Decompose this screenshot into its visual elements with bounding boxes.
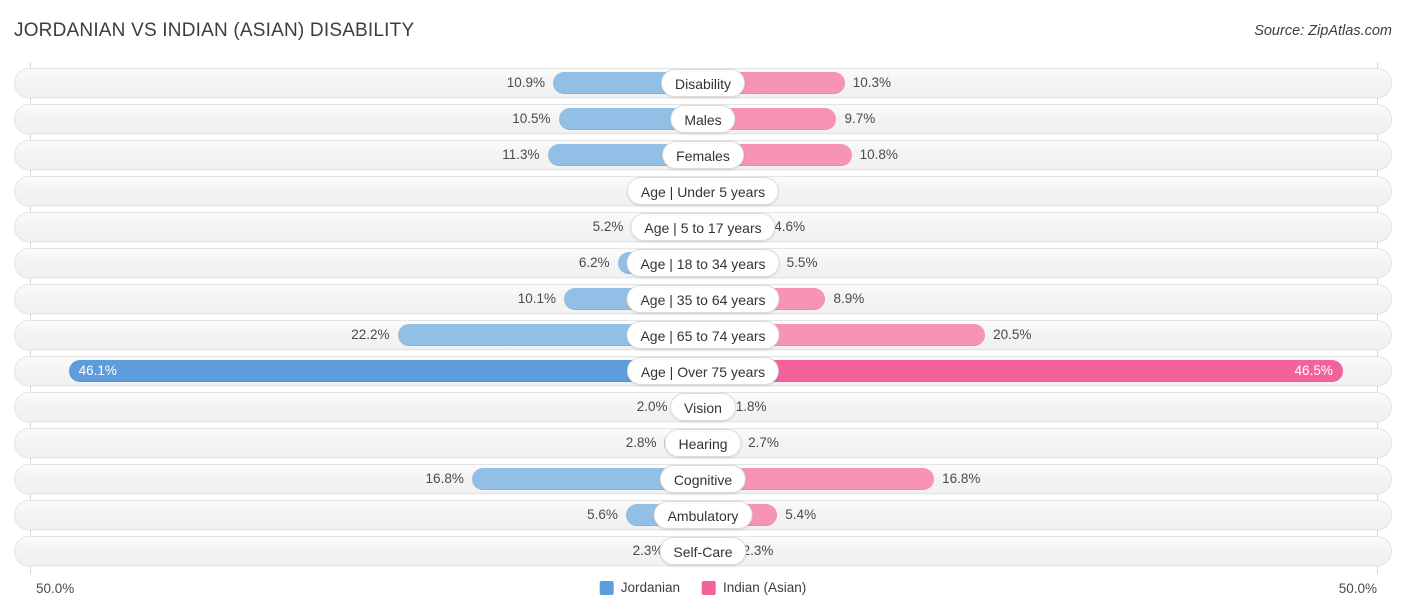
value-label-indian-asian: 2.3%: [742, 543, 774, 558]
page-title: JORDANIAN VS INDIAN (ASIAN) DISABILITY: [14, 20, 415, 41]
value-label-jordanian: 11.3%: [502, 147, 540, 162]
value-label-indian-asian: 16.8%: [942, 471, 981, 486]
category-label-pill: Self-Care: [659, 537, 747, 565]
legend-swatch-icon: [702, 580, 716, 595]
chart-legend: Jordanian Indian (Asian): [599, 580, 806, 595]
chart-row: 10.9% 10.3% Disability: [0, 68, 1406, 98]
category-label-pill: Age | 35 to 64 years: [626, 285, 780, 313]
value-label-jordanian: 6.2%: [578, 255, 610, 270]
category-label-pill: Age | 65 to 74 years: [626, 321, 780, 349]
category-label-pill: Age | 18 to 34 years: [626, 249, 780, 277]
value-label-indian-asian: 9.7%: [844, 111, 876, 126]
category-label-pill: Age | 5 to 17 years: [630, 213, 776, 241]
chart-row: 46.1% 46.5% Age | Over 75 years: [0, 356, 1406, 386]
chart-row: 2.8% 2.7% Hearing: [0, 428, 1406, 458]
axis-tick-left: 50.0%: [36, 581, 75, 596]
value-label-indian-asian: 2.7%: [748, 435, 779, 450]
chart-row: 2.0% 1.8% Vision: [0, 392, 1406, 422]
chart-footer: 50.0% 50.0% Jordanian Indian (Asian): [0, 574, 1406, 612]
value-label-jordanian: 2.8%: [625, 435, 657, 450]
value-label-jordanian: 10.9%: [506, 75, 546, 90]
chart-row: 10.1% 8.9% Age | 35 to 64 years: [0, 284, 1406, 314]
axis-tick-right: 50.0%: [1338, 581, 1377, 596]
value-label-jordanian: 2.0%: [636, 399, 668, 414]
chart-row: 16.8% 16.8% Cognitive: [0, 464, 1406, 494]
legend-swatch-icon: [599, 580, 614, 595]
value-label-indian-asian: 46.5%: [1294, 363, 1333, 378]
chart-row: 6.2% 5.5% Age | 18 to 34 years: [0, 248, 1406, 278]
value-label-indian-asian: 10.8%: [859, 147, 898, 162]
category-label-pill: Age | Under 5 years: [626, 177, 780, 205]
chart-row: 22.2% 20.5% Age | 65 to 74 years: [0, 320, 1406, 350]
chart-rows: 10.9% 10.3% Disability 10.5% 9.7% Males 11.3% 1…: [0, 68, 1406, 572]
category-label-pill: Ambulatory: [653, 501, 753, 529]
value-label-jordanian: 46.1%: [78, 363, 117, 378]
value-label-jordanian: 16.8%: [425, 471, 464, 486]
chart-row: 2.3% 2.3% Self-Care: [0, 536, 1406, 566]
legend-item[interactable]: Indian (Asian): [702, 580, 806, 595]
category-label-pill: Females: [662, 141, 744, 169]
chart-header: JORDANIAN VS INDIAN (ASIAN) DISABILITY S…: [0, 0, 1406, 62]
value-label-jordanian: 5.6%: [587, 507, 618, 522]
category-label-pill: Age | Over 75 years: [626, 357, 780, 385]
value-label-indian-asian: 10.3%: [852, 75, 891, 90]
value-label-indian-asian: 1.8%: [735, 399, 767, 414]
value-label-indian-asian: 5.5%: [786, 255, 818, 270]
category-label-pill: Hearing: [664, 429, 742, 457]
category-label-pill: Disability: [660, 69, 746, 97]
legend-label: Jordanian: [620, 580, 680, 595]
category-label-pill: Vision: [670, 393, 736, 421]
value-label-jordanian: 5.2%: [592, 219, 624, 234]
category-label-pill: Cognitive: [659, 465, 747, 493]
chart-row: 5.6% 5.4% Ambulatory: [0, 500, 1406, 530]
legend-item[interactable]: Jordanian: [599, 580, 680, 595]
value-label-indian-asian: 4.6%: [774, 219, 806, 234]
chart-row: 1.1%1.0%Age | Under 5 years: [0, 176, 1406, 206]
value-label-jordanian: 2.3%: [632, 543, 664, 558]
source-attribution: Source: ZipAtlas.com: [1254, 23, 1392, 39]
value-label-indian-asian: 20.5%: [993, 327, 1032, 342]
chart-plot-area: 10.9% 10.3% Disability 10.5% 9.7% Males 11.3% 1…: [0, 62, 1406, 574]
category-label-pill: Males: [670, 105, 736, 133]
value-label-indian-asian: 5.4%: [785, 507, 817, 522]
value-label-jordanian: 10.1%: [517, 291, 557, 306]
legend-label: Indian (Asian): [723, 580, 807, 595]
value-label-jordanian: 22.2%: [351, 327, 390, 342]
value-label-indian-asian: 8.9%: [833, 291, 865, 306]
chart-row: 5.2% 4.6% Age | 5 to 17 years: [0, 212, 1406, 242]
chart-row: 10.5% 9.7% Males: [0, 104, 1406, 134]
chart-row: 11.3% 10.8% Females: [0, 140, 1406, 170]
value-label-jordanian: 10.5%: [512, 111, 551, 126]
